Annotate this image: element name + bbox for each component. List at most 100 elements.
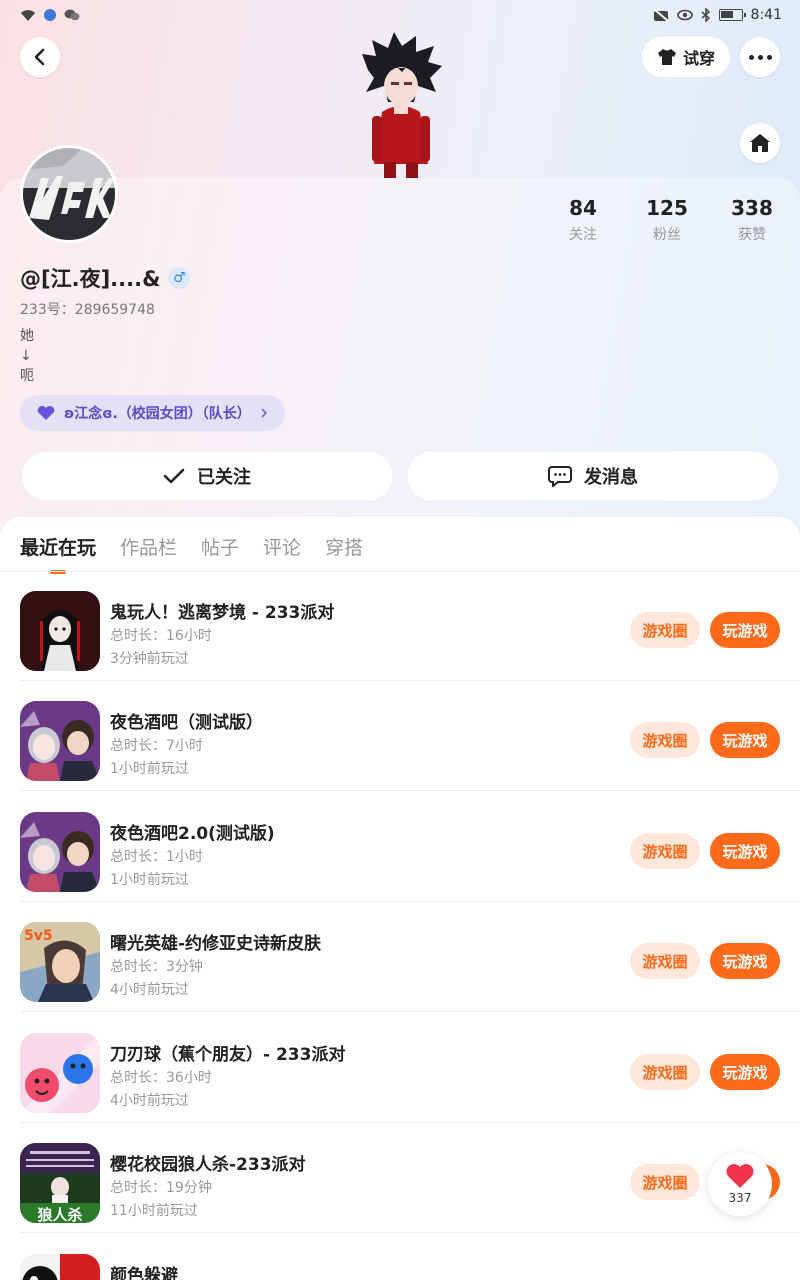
row-divider	[20, 1232, 800, 1233]
check-icon	[163, 468, 185, 484]
back-button[interactable]	[20, 37, 60, 77]
wifi-icon	[21, 10, 35, 21]
game-title: 颜色躲避	[110, 1266, 178, 1280]
play-game-button[interactable]: 玩游戏	[710, 943, 780, 979]
user-id: 233号：289659748	[20, 302, 155, 318]
try-on-button[interactable]: 试穿	[642, 37, 730, 77]
game-title: 夜色酒吧2.0(测试版)	[110, 824, 275, 844]
tab-comments[interactable]: 评论	[263, 533, 301, 574]
game-last-played: 4小时前玩过	[110, 1093, 189, 1109]
more-button[interactable]	[740, 37, 780, 77]
game-row[interactable]: 刀刃球（蕉个朋友）- 233派对 总时长：36小时 4小时前玩过 游戏圈 玩游戏	[0, 1013, 800, 1123]
game-duration: 总时长：7小时	[110, 738, 203, 754]
followed-label: 已关注	[197, 467, 251, 488]
play-game-button[interactable]: 玩游戏	[710, 612, 780, 648]
game-circle-button[interactable]: 游戏圈	[630, 1164, 700, 1200]
tab-bar: 最近在玩 作品栏 帖子 评论 穿搭	[20, 533, 363, 574]
game-duration: 总时长：36小时	[110, 1070, 212, 1086]
heart-icon	[37, 405, 55, 420]
game-circle-button[interactable]: 游戏圈	[630, 833, 700, 869]
stat-following[interactable]: 84 关注	[543, 196, 623, 244]
wechat-icon	[64, 9, 80, 21]
game-row[interactable]: 夜色酒吧（测试版） 总时长：7小时 1小时前玩过 游戏圈 玩游戏	[0, 681, 800, 791]
chat-bubble-icon	[548, 466, 572, 487]
stat-likes-count: 338	[731, 196, 773, 220]
like-float-button[interactable]: 337	[708, 1152, 772, 1216]
row-divider	[20, 790, 800, 791]
eye-icon	[676, 9, 693, 21]
stat-following-label: 关注	[569, 227, 597, 243]
send-message-button[interactable]: 发消息	[408, 452, 778, 500]
game-icon: 狼人杀	[20, 1143, 100, 1223]
tab-recent-played[interactable]: 最近在玩	[20, 533, 96, 574]
home-button[interactable]	[740, 123, 780, 163]
try-on-label: 试穿	[682, 49, 715, 68]
chevron-right-icon	[261, 408, 267, 418]
battery-icon	[718, 9, 746, 21]
game-row[interactable]: 鬼玩人！逃离梦境 - 233派对 总时长：16小时 3分钟前玩过 游戏圈 玩游戏	[0, 571, 800, 681]
play-game-button[interactable]: 玩游戏	[710, 1054, 780, 1090]
tshirt-icon	[657, 49, 676, 65]
like-count: 337	[728, 1191, 752, 1205]
heart-icon	[726, 1164, 754, 1188]
avatar[interactable]	[20, 145, 118, 243]
game-row[interactable]: 5v5 曙光英雄-约修亚史诗新皮肤 总时长：3分钟 4小时前玩过 游戏圈 玩游戏	[0, 902, 800, 1012]
bio-line: ↓	[20, 348, 32, 364]
game-title: 夜色酒吧（测试版）	[110, 713, 263, 733]
username: @[江.夜]....& ♂	[20, 263, 191, 293]
game-last-played: 11小时前玩过	[110, 1203, 198, 1219]
game-title: 樱花校园狼人杀-233派对	[110, 1155, 306, 1175]
game-icon	[20, 591, 100, 671]
stat-fans[interactable]: 125 粉丝	[627, 196, 707, 244]
send-message-label: 发消息	[584, 467, 638, 488]
game-title: 曙光英雄-约修亚史诗新皮肤	[110, 934, 322, 954]
row-divider	[20, 1011, 800, 1012]
game-icon	[20, 701, 100, 781]
bio-line: 她	[20, 328, 34, 344]
game-duration: 总时长：3分钟	[110, 959, 203, 975]
more-dots-icon	[748, 54, 772, 60]
stat-likes-label: 获赞	[738, 227, 766, 243]
game-circle-button[interactable]: 游戏圈	[630, 943, 700, 979]
game-circle-button[interactable]: 游戏圈	[630, 612, 700, 648]
home-icon	[750, 134, 770, 152]
game-duration: 总时长：19分钟	[110, 1180, 212, 1196]
bluetooth-icon	[701, 8, 710, 22]
game-last-played: 1小时前玩过	[110, 872, 189, 888]
hero-badge-text: 5v5	[24, 928, 53, 944]
game-icon	[20, 1033, 100, 1113]
tab-outfits[interactable]: 穿搭	[325, 533, 363, 574]
game-duration: 总时长：16小时	[110, 628, 212, 644]
game-row[interactable]: 狼人杀 樱花校园狼人杀-233派对 总时长：19分钟 11小时前玩过 游戏圈 玩…	[0, 1123, 800, 1233]
game-title: 鬼玩人！逃离梦境 - 233派对	[110, 603, 335, 623]
game-last-played: 3分钟前玩过	[110, 651, 189, 667]
team-tag[interactable]: ʚ江念ɞ.（校园女团）（队长）	[20, 395, 285, 431]
gender-male-icon: ♂	[168, 267, 191, 289]
stat-likes[interactable]: 338 获赞	[712, 196, 792, 244]
game-icon	[20, 1254, 100, 1280]
avatar-character-image	[358, 32, 444, 178]
game-circle-button[interactable]: 游戏圈	[630, 1054, 700, 1090]
bio-line: 呃	[20, 368, 34, 384]
status-bar: 8:41	[0, 0, 800, 30]
tab-works[interactable]: 作品栏	[120, 533, 177, 574]
game-icon	[20, 812, 100, 892]
stat-fans-count: 125	[646, 196, 688, 220]
play-game-button[interactable]: 玩游戏	[710, 833, 780, 869]
game-row[interactable]: 颜色躲避	[0, 1234, 800, 1280]
username-text: @[江.夜]....&	[20, 267, 161, 291]
game-duration: 总时长：1小时	[110, 849, 203, 865]
browser-icon	[44, 9, 56, 21]
game-last-played: 1小时前玩过	[110, 761, 189, 777]
no-camera-icon	[652, 8, 669, 22]
stat-following-count: 84	[569, 196, 597, 220]
game-circle-button[interactable]: 游戏圈	[630, 722, 700, 758]
play-game-button[interactable]: 玩游戏	[710, 722, 780, 758]
team-tag-label: ʚ江念ɞ.（校园女团）（队长）	[64, 406, 251, 422]
followed-button[interactable]: 已关注	[22, 452, 392, 500]
game-icon: 5v5	[20, 922, 100, 1002]
bio: 她 ↓ 呃	[20, 326, 34, 386]
tab-posts[interactable]: 帖子	[201, 533, 239, 574]
game-row[interactable]: 夜色酒吧2.0(测试版) 总时长：1小时 1小时前玩过 游戏圈 玩游戏	[0, 792, 800, 902]
stat-fans-label: 粉丝	[653, 227, 681, 243]
